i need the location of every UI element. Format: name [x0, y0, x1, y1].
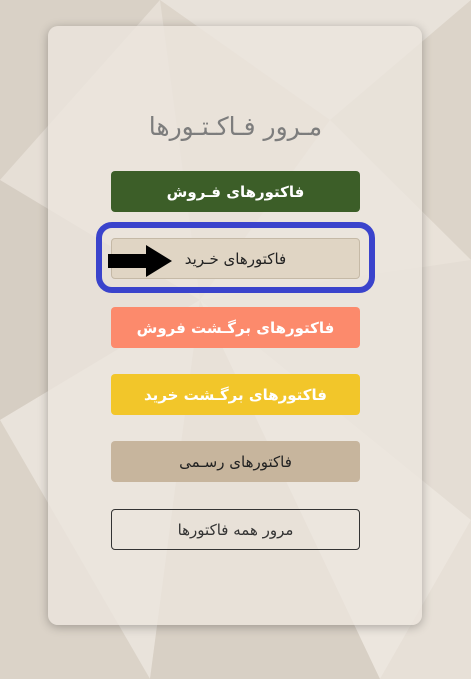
right-arrow-icon — [108, 245, 172, 277]
sales-invoices-button[interactable]: فاکتورهای فـروش — [111, 171, 360, 212]
purchase-return-invoices-button[interactable]: فاکتورهای برگـشت خرید — [111, 374, 360, 415]
official-invoices-button[interactable]: فاکتورهای رسـمی — [111, 441, 360, 482]
page-title: مـرور فـاکـتـورها — [148, 112, 323, 141]
view-all-invoices-button[interactable]: مرور همه فاکتورها — [111, 509, 360, 550]
sales-return-invoices-button[interactable]: فاکتورهای برگـشت فروش — [111, 307, 360, 348]
